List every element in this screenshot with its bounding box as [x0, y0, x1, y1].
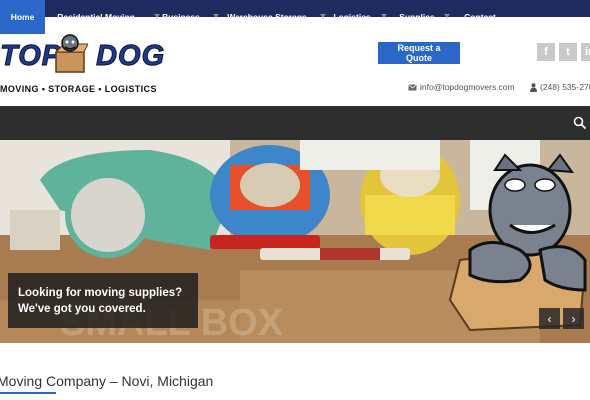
nav-supplies[interactable]: Supplies — [396, 0, 438, 34]
facebook-icon[interactable]: f — [537, 43, 555, 61]
nav-logistics[interactable]: Logistics — [330, 0, 374, 34]
nav-separator — [444, 14, 450, 18]
facebook-glyph: f — [544, 46, 548, 58]
logo-dog: DOG — [96, 40, 166, 73]
search-icon[interactable] — [573, 116, 587, 130]
twitter-glyph: t — [566, 46, 570, 58]
nav-home[interactable]: Home — [0, 0, 45, 34]
slider-next-button[interactable]: › — [563, 308, 584, 329]
hero-caption: Looking for moving supplies? We've got y… — [8, 273, 198, 328]
chevron-right-icon: › — [571, 311, 576, 326]
site-logo[interactable]: TOP DOG MOVING • STORAGE • LOGISTICS — [0, 34, 165, 98]
nav-separator — [381, 14, 387, 18]
page-title: Moving Company – Novi, Michigan — [0, 373, 214, 389]
phone-contact[interactable]: (248) 535-270 — [530, 82, 590, 92]
chevron-left-icon: ‹ — [547, 311, 552, 326]
request-quote-button[interactable]: Request a Quote — [378, 42, 460, 64]
nav-separator — [213, 14, 219, 18]
email-text: info@topdogmovers.com — [420, 82, 515, 92]
slider-prev-button[interactable]: ‹ — [539, 308, 560, 329]
hero-caption-line1: Looking for moving supplies? — [18, 287, 183, 299]
email-contact[interactable]: info@topdogmovers.com — [408, 82, 515, 92]
main-nav — [0, 106, 590, 140]
nav-business[interactable]: Business — [157, 0, 205, 34]
hero-caption-line2: We've got you covered. — [18, 303, 146, 315]
linkedin-icon[interactable]: in — [581, 43, 590, 61]
linkedin-glyph: in — [585, 46, 590, 58]
nav-warehouse-storage[interactable]: Warehouse Storage — [223, 0, 311, 34]
logo-mascot-icon — [54, 34, 88, 73]
nav-contact[interactable]: Contact — [460, 0, 500, 34]
envelope-icon — [408, 83, 417, 90]
twitter-icon[interactable]: t — [559, 43, 577, 61]
title-underline — [0, 392, 56, 394]
logo-tagline: MOVING • STORAGE • LOGISTICS — [0, 84, 157, 94]
person-icon — [530, 82, 537, 92]
phone-text: (248) 535-270 — [540, 82, 590, 92]
nav-separator — [320, 14, 326, 18]
nav-residential-moving[interactable]: Residential Moving — [52, 0, 140, 34]
